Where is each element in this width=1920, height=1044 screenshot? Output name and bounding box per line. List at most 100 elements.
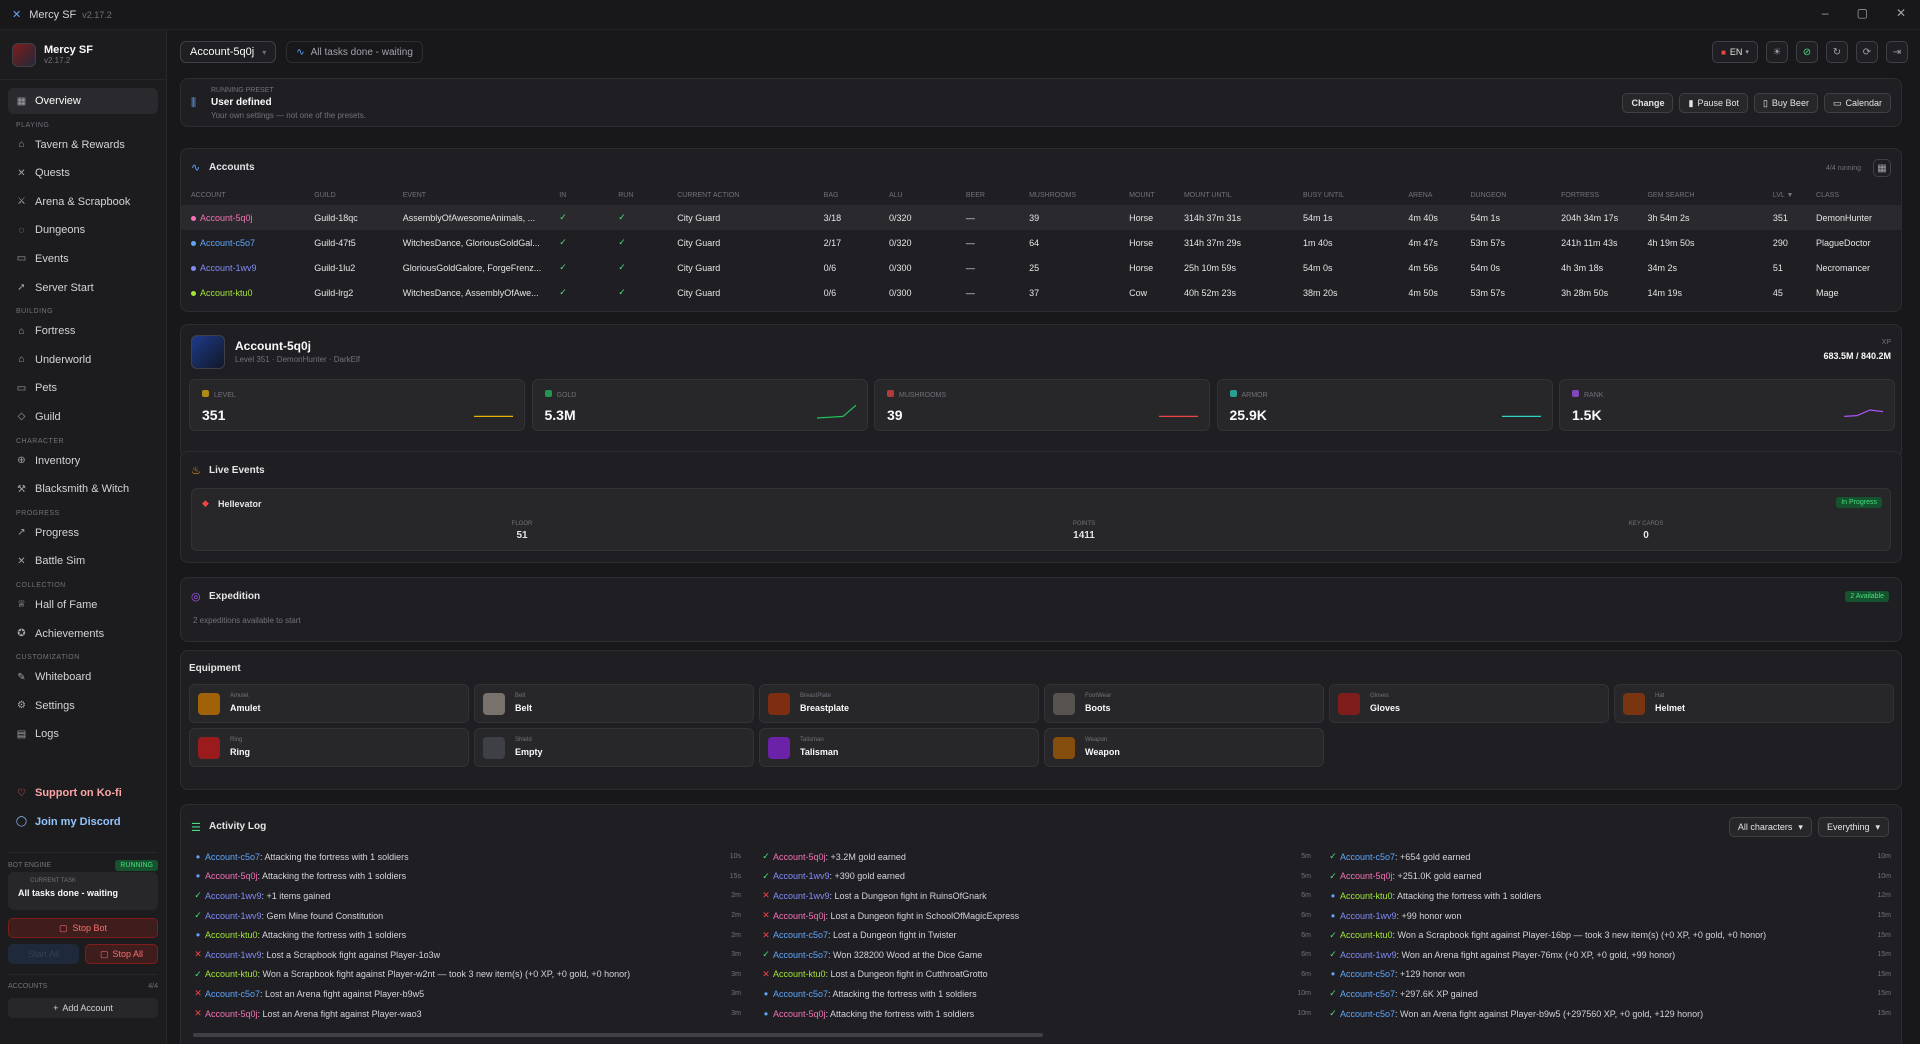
sidebar-item-inventory[interactable]: ⊕ Inventory	[8, 448, 158, 474]
stop-all-button[interactable]: ▢ Stop All	[85, 944, 158, 964]
language-select[interactable]: ■ EN ▾	[1712, 41, 1758, 63]
minimize-icon[interactable]: –	[1822, 6, 1829, 20]
column-header[interactable]: LVL ▼	[1763, 185, 1806, 205]
support-kofi-link[interactable]: ♡ Support on Ko-fi	[8, 780, 158, 806]
sidebar-item-fortress[interactable]: ⌂ Fortress	[8, 318, 158, 344]
equipment-slot-ring[interactable]: Ring Ring	[189, 728, 469, 767]
sidebar-item-dungeons[interactable]: ◌ Dungeons	[8, 217, 158, 243]
sidebar-item-achievements[interactable]: ✪ Achievements	[8, 621, 158, 647]
sidebar-item-server-start[interactable]: ➚ Server Start	[8, 275, 158, 301]
equipment-slot-breastplate[interactable]: BreastPlate Breastplate	[759, 684, 1039, 723]
accounts-section-label[interactable]: ACCOUNTS	[8, 983, 47, 990]
reload-button[interactable]: ⟳	[1856, 41, 1878, 63]
table-cell: 3/18	[813, 205, 879, 230]
sidebar-item-pets[interactable]: ▭ Pets	[8, 375, 158, 401]
visibility-toggle-button[interactable]: ⊘	[1796, 41, 1818, 63]
column-header[interactable]: ACCOUNT	[181, 185, 304, 205]
log-column: • Account-c5o7: Attacking the fortress wi…	[191, 847, 741, 1023]
sidebar-item-guild[interactable]: ◇ Guild	[8, 404, 158, 430]
sidebar-item-settings[interactable]: ⚙ Settings	[8, 693, 158, 719]
equipment-slot-footwear[interactable]: FootWear Boots	[1044, 684, 1324, 723]
sidebar-item-hall-of-fame[interactable]: ♕ Hall of Fame	[8, 592, 158, 618]
equipment-slot-talisman[interactable]: Talisman Talisman	[759, 728, 1039, 767]
change-preset-button[interactable]: Change	[1622, 93, 1674, 113]
start-all-button[interactable]: Start All	[8, 944, 79, 964]
column-header[interactable]: CLASS	[1806, 185, 1901, 205]
refresh-button[interactable]: ↻	[1826, 41, 1848, 63]
equipment-slot-belt[interactable]: Belt Belt	[474, 684, 754, 723]
event-icon: ◆	[202, 498, 209, 508]
table-cell: Guild-18qc	[304, 205, 393, 230]
log-time: 15s	[729, 872, 741, 880]
column-header[interactable]: GUILD	[304, 185, 392, 205]
sidebar-item-label: Overview	[35, 95, 81, 107]
horizontal-scrollbar[interactable]	[193, 1033, 1043, 1037]
equipment-slot-shield[interactable]: Shield Empty	[474, 728, 754, 767]
pause-bot-button[interactable]: ▮ Pause Bot	[1679, 93, 1748, 113]
sidebar-item-battle-sim[interactable]: ✕ Battle Sim	[8, 548, 158, 574]
sidebar-item-quests[interactable]: ✕ Quests	[8, 160, 158, 186]
column-header[interactable]: BUSY UNTIL	[1293, 185, 1398, 205]
table-row[interactable]: Account-ktu0 Guild-lrg2 WitchesDance, Asse…	[181, 280, 1901, 305]
equipment-item-icon	[483, 737, 505, 759]
event-field-value: 51	[516, 530, 528, 541]
close-icon[interactable]: ✕	[1896, 6, 1906, 20]
column-header[interactable]: BEER	[956, 185, 1019, 205]
discord-link[interactable]: ◯ Join my Discord	[8, 809, 158, 835]
sliders-icon: ⫼	[191, 97, 197, 109]
table-settings-button[interactable]: ▦	[1873, 159, 1891, 177]
sidebar-item-underworld[interactable]: ⌂ Underworld	[8, 347, 158, 373]
sidebar-item-logs[interactable]: ▤ Logs	[8, 721, 158, 747]
column-header[interactable]: DUNGEON	[1461, 185, 1552, 205]
table-cell: 53m 57s	[1470, 287, 1506, 298]
sidebar-item-events[interactable]: ▭ Events	[8, 246, 158, 272]
column-header[interactable]: CURRENT ACTION	[667, 185, 813, 205]
sidebar-item-overview[interactable]: ▦ Overview	[8, 88, 158, 114]
calendar-button[interactable]: ▭ Calendar	[1823, 93, 1891, 113]
column-header[interactable]: MOUNT	[1119, 185, 1174, 205]
sidebar-item-progress[interactable]: ↗ Progress	[8, 520, 158, 546]
column-header[interactable]: MUSHROOMS	[1019, 185, 1119, 205]
sidebar-item-whiteboard[interactable]: ✎ Whiteboard	[8, 664, 158, 690]
column-header[interactable]: ARENA	[1398, 185, 1460, 205]
log-text: : +297.6K XP gained	[1395, 988, 1478, 999]
column-header[interactable]: ALU	[879, 185, 956, 205]
table-row[interactable]: Account-c5o7 Guild-47t5 WitchesDance, Glor…	[181, 230, 1901, 255]
log-entry: ✓ Account-1wv9: +390 gold earned 5m	[759, 867, 1311, 887]
account-color-dot	[191, 265, 196, 271]
sidebar-item-tavern-rewards[interactable]: ⌂ Tavern & Rewards	[8, 132, 158, 158]
log-account: Account-ktu0	[205, 930, 258, 941]
preset-card: ⫼ RUNNING PRESET User defined Your own s…	[180, 78, 1902, 127]
log-account: Account-ktu0	[773, 969, 826, 980]
column-header[interactable]: GEM SEARCH	[1637, 185, 1762, 205]
sidebar-item-arena-scrapbook[interactable]: ⚔ Arena & Scrapbook	[8, 189, 158, 215]
table-row[interactable]: Account-5q0j Guild-18qc AssemblyOfAwesomeA…	[181, 205, 1901, 230]
column-header[interactable]: FORTRESS	[1551, 185, 1637, 205]
log-account: Account-1wv9	[205, 949, 262, 960]
column-header[interactable]: MOUNT UNTIL	[1174, 185, 1293, 205]
table-row[interactable]: Account-1wv9 Guild-1lu2 GloriousGoldGalore…	[181, 255, 1901, 280]
equipment-slot-hat[interactable]: Hat Helmet	[1614, 684, 1894, 723]
type-filter-select[interactable]: Everything ▾	[1817, 817, 1889, 837]
theme-toggle-button[interactable]: ☀	[1766, 41, 1788, 63]
maximize-icon[interactable]: ▢	[1857, 6, 1868, 20]
column-header[interactable]: RUN	[608, 185, 667, 205]
log-time: 6m	[1301, 970, 1311, 978]
column-header[interactable]: BAG	[814, 185, 879, 205]
column-header[interactable]: EVENT	[393, 185, 550, 205]
equipment-item-icon	[483, 693, 505, 715]
account-select[interactable]: Account-5q0j ▾	[180, 41, 277, 63]
stop-bot-button[interactable]: ▢ Stop Bot	[8, 918, 158, 938]
log-time: 2m	[731, 931, 741, 939]
equipment-slot-amulet[interactable]: Amulet Amulet	[189, 684, 469, 723]
events-icon: ▭	[16, 253, 27, 265]
add-account-button[interactable]: + Add Account	[8, 998, 158, 1018]
sidebar-item-blacksmith-witch[interactable]: ⚒ Blacksmith & Witch	[8, 476, 158, 502]
equipment-slot-gloves[interactable]: Gloves Gloves	[1329, 684, 1609, 723]
logout-button[interactable]: ⇥	[1886, 41, 1908, 63]
add-user-icon: +	[53, 1003, 59, 1013]
column-header[interactable]: IN	[549, 185, 608, 205]
equipment-slot-weapon[interactable]: Weapon Weapon	[1044, 728, 1324, 767]
buy-beer-button[interactable]: ▯ Buy Beer	[1753, 93, 1818, 113]
character-filter-select[interactable]: All characters ▾	[1728, 817, 1812, 837]
